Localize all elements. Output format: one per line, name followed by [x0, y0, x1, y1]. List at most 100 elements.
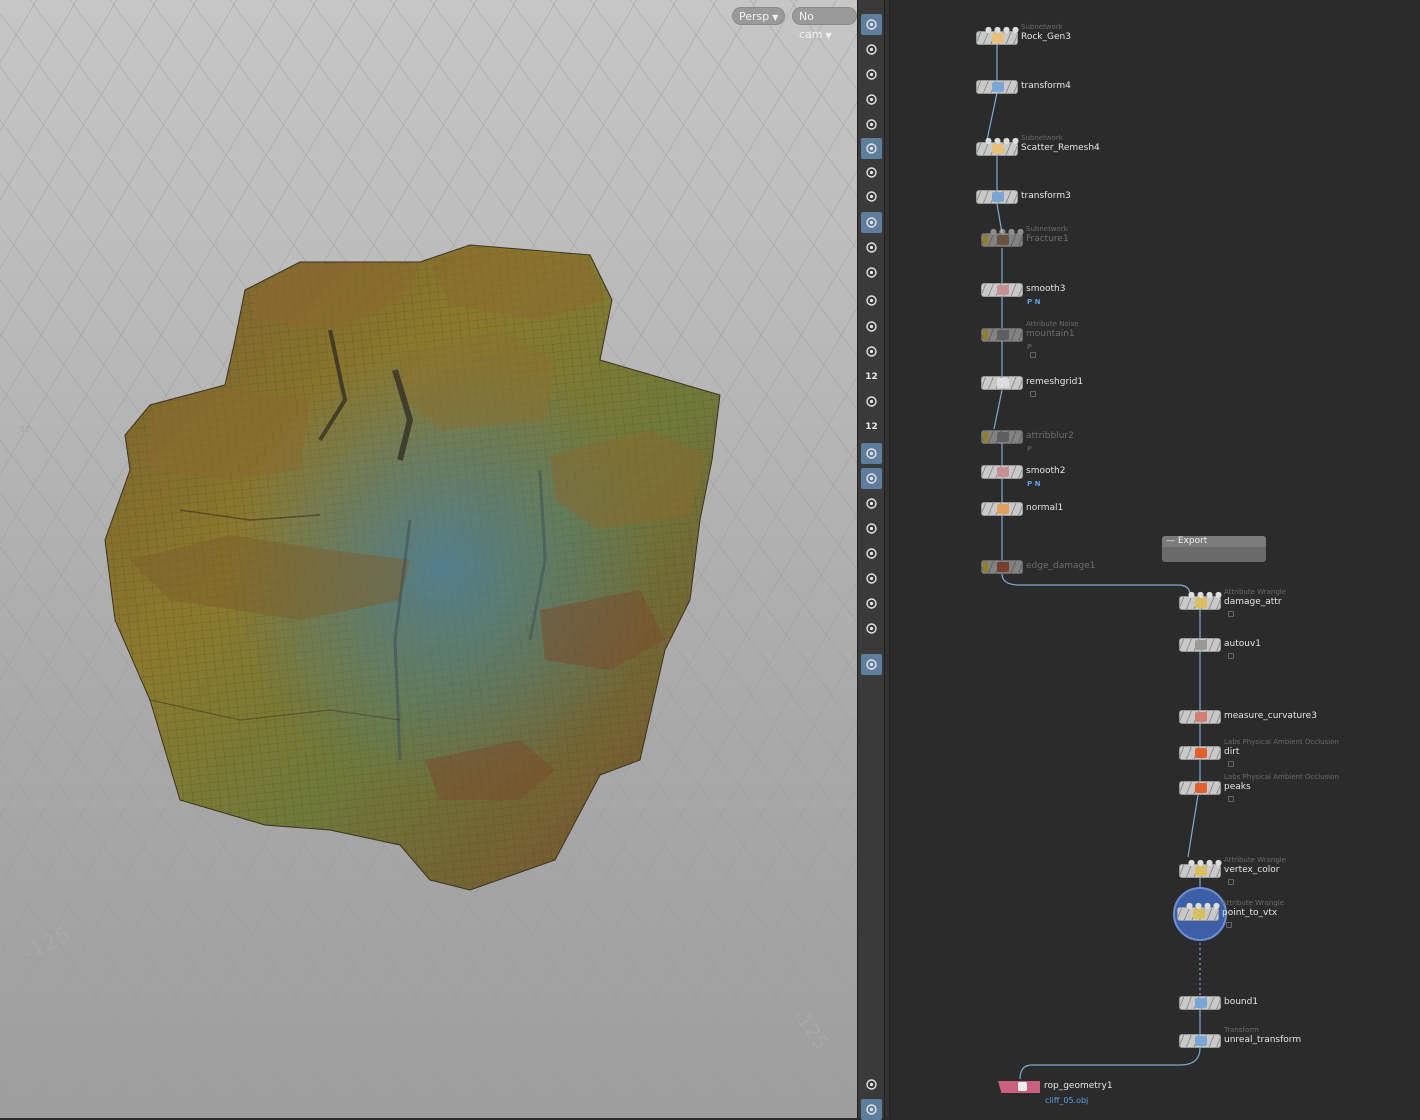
- node-label[interactable]: Rock_Gen3: [1021, 32, 1071, 42]
- network-node[interactable]: [976, 190, 1018, 204]
- subnet-dots-icon: ●●●●: [985, 136, 1021, 145]
- network-node[interactable]: [981, 376, 1023, 390]
- node-label[interactable]: autouv1: [1224, 639, 1261, 649]
- network-node[interactable]: [1179, 781, 1221, 795]
- node-attribute-flags: P N: [1027, 298, 1041, 306]
- node-label[interactable]: normal1: [1026, 503, 1063, 513]
- network-box-export[interactable]: — Export: [1162, 536, 1266, 562]
- network-node[interactable]: [1179, 1034, 1221, 1048]
- hull-icon[interactable]: [861, 443, 882, 464]
- node-type-icon: [1195, 783, 1207, 793]
- network-node[interactable]: ●●●●: [976, 137, 1019, 156]
- node-label[interactable]: smooth3: [1026, 284, 1065, 294]
- camera-icon[interactable]: [861, 618, 882, 639]
- snapshot-icon[interactable]: [861, 593, 882, 614]
- lock-icon[interactable]: [1228, 761, 1234, 767]
- node-type-label: Subnetwork: [1021, 134, 1063, 142]
- node-label[interactable]: Fracture1: [1026, 234, 1069, 244]
- network-node[interactable]: [981, 465, 1023, 479]
- vertex-normal-icon[interactable]: [861, 341, 882, 362]
- lock-icon[interactable]: [1030, 391, 1036, 397]
- node-type-icon: [992, 33, 1004, 43]
- node-label[interactable]: Scatter_Remesh4: [1021, 143, 1100, 153]
- node-label[interactable]: edge_damage1: [1026, 561, 1096, 571]
- lock-icon[interactable]: [1228, 879, 1234, 885]
- node-label[interactable]: peaks: [1224, 782, 1251, 792]
- node-label[interactable]: bound1: [1224, 997, 1258, 1007]
- display-icon[interactable]: [861, 237, 882, 258]
- network-node[interactable]: [1179, 638, 1221, 652]
- primitive-icon[interactable]: [861, 391, 882, 412]
- pin-icon[interactable]: [861, 654, 882, 675]
- primitive-number-icon[interactable]: 12: [861, 416, 882, 437]
- point-number-icon[interactable]: 12: [861, 366, 882, 387]
- rop-geometry-node[interactable]: [998, 1081, 1040, 1093]
- view-dropdown[interactable]: Persp ▼: [732, 7, 786, 25]
- headlight-icon[interactable]: [861, 162, 882, 183]
- uv-checker-icon[interactable]: [861, 493, 882, 514]
- lock-icon[interactable]: [861, 64, 882, 85]
- lock-icon[interactable]: [1228, 796, 1234, 802]
- bypass-flag[interactable]: [983, 330, 988, 340]
- network-node[interactable]: [981, 430, 1023, 444]
- light-add-icon[interactable]: [861, 186, 882, 207]
- ghost-icon[interactable]: [861, 89, 882, 110]
- network-node[interactable]: [1179, 996, 1221, 1010]
- node-label[interactable]: smooth2: [1026, 466, 1065, 476]
- network-node[interactable]: ●●●●: [981, 228, 1024, 247]
- network-editor[interactable]: — Export ●●●● Rock_Gen3 Subnetwork transfor…: [890, 0, 1420, 1118]
- camera-dropdown[interactable]: No cam ▼: [792, 7, 857, 41]
- bypass-flag[interactable]: [983, 562, 988, 572]
- node-label[interactable]: unreal_transform: [1224, 1035, 1301, 1045]
- node-label[interactable]: measure_curvature3: [1224, 711, 1317, 721]
- select-visible-icon[interactable]: [861, 39, 882, 60]
- node-label[interactable]: vertex_color: [1224, 865, 1279, 875]
- point-display-icon[interactable]: [861, 290, 882, 311]
- scene-viewport[interactable]: -125 100 75 -125 100 75 50 Persp ▼ No cam…: [0, 0, 857, 1118]
- network-node[interactable]: ●●●●: [1179, 591, 1222, 610]
- network-node[interactable]: [981, 502, 1023, 516]
- shading-icon[interactable]: [861, 212, 882, 233]
- node-label[interactable]: remeshgrid1: [1026, 377, 1083, 387]
- normal-display-icon[interactable]: [861, 316, 882, 337]
- node-type-label: Attribute Wrangle: [1222, 899, 1285, 907]
- lock-icon[interactable]: [1228, 653, 1234, 659]
- node-label[interactable]: transform4: [1021, 81, 1071, 91]
- network-node[interactable]: ●●●●: [976, 26, 1019, 45]
- lock-icon[interactable]: [1228, 611, 1234, 617]
- ortho-icon[interactable]: [861, 568, 882, 589]
- node-type-icon: [997, 378, 1009, 388]
- light-bulb-icon[interactable]: [861, 138, 882, 159]
- network-node[interactable]: ●●●●: [1177, 902, 1220, 921]
- node-label[interactable]: rop_geometry1: [1044, 1081, 1113, 1091]
- guide-icon[interactable]: [861, 518, 882, 539]
- network-node[interactable]: [1179, 746, 1221, 760]
- bypass-flag[interactable]: [983, 432, 988, 442]
- network-node[interactable]: [1179, 710, 1221, 724]
- network-node[interactable]: ●●●●: [1179, 859, 1222, 878]
- info-icon[interactable]: [861, 1074, 882, 1095]
- chevron-down-icon: ▼: [825, 31, 832, 40]
- network-node[interactable]: [981, 328, 1023, 342]
- network-node[interactable]: [981, 560, 1023, 574]
- network-box-header[interactable]: — Export: [1162, 536, 1266, 547]
- network-node[interactable]: [981, 283, 1023, 297]
- node-label[interactable]: attribblur2: [1026, 431, 1074, 441]
- lock-icon[interactable]: [1030, 352, 1036, 358]
- render-icon[interactable]: [861, 262, 882, 283]
- node-label[interactable]: dirt: [1224, 747, 1239, 757]
- background-icon[interactable]: [861, 114, 882, 135]
- node-type-icon: [992, 82, 1004, 92]
- node-label[interactable]: point_to_vtx: [1222, 908, 1277, 918]
- node-label[interactable]: damage_attr: [1224, 597, 1282, 607]
- visualizer-icon[interactable]: [861, 543, 882, 564]
- grid-icon[interactable]: [861, 1099, 882, 1120]
- network-node[interactable]: [976, 80, 1018, 94]
- node-label[interactable]: transform3: [1021, 191, 1071, 201]
- lock-icon[interactable]: [1226, 922, 1232, 928]
- backface-icon[interactable]: [861, 468, 882, 489]
- eye-icon[interactable]: [861, 14, 882, 35]
- subnet-dots-icon: ●●●●: [1186, 901, 1222, 910]
- bypass-flag[interactable]: [983, 235, 988, 245]
- node-label[interactable]: mountain1: [1026, 329, 1075, 339]
